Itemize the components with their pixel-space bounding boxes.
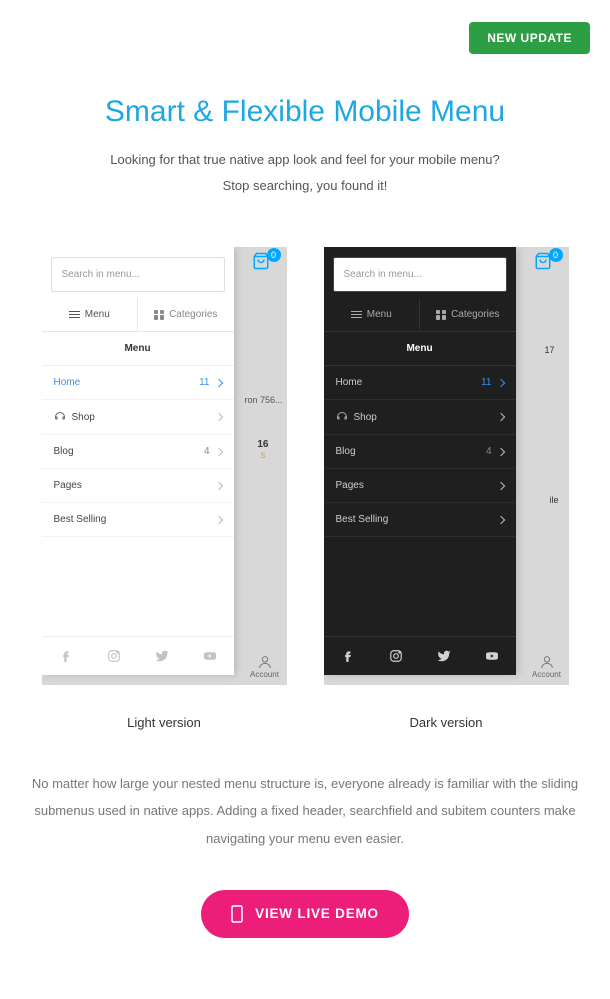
menu-item-home[interactable]: Home11 [42, 366, 234, 400]
menu-item-bestselling[interactable]: Best Selling [324, 503, 516, 537]
menu-header: Menu [42, 332, 234, 366]
hamburger-icon [69, 311, 80, 319]
chevron-right-icon [214, 413, 222, 421]
youtube-icon[interactable] [203, 649, 217, 663]
instagram-icon[interactable] [389, 649, 403, 663]
description-text: No matter how large your nested menu str… [30, 770, 580, 852]
chevron-right-icon [496, 413, 504, 421]
twitter-icon[interactable] [437, 649, 451, 663]
cart-button[interactable]: 0 [533, 252, 563, 270]
chevron-right-icon [496, 378, 504, 386]
headset-icon [336, 411, 348, 423]
preview-row: 0 ron 756... 16s Account Search in menu.… [30, 247, 580, 730]
search-input[interactable]: Search in menu... [51, 257, 225, 292]
tab-categories[interactable]: Categories [138, 298, 234, 331]
menu-item-bestselling[interactable]: Best Selling [42, 503, 234, 537]
menu-item-shop[interactable]: Shop [42, 400, 234, 435]
menu-item-pages[interactable]: Pages [324, 469, 516, 503]
grid-icon [154, 310, 164, 320]
view-demo-button[interactable]: VIEW LIVE DEMO [201, 890, 409, 938]
bg-product-text: ron 756... [244, 395, 282, 405]
headset-icon [54, 411, 66, 423]
grid-icon [436, 310, 446, 320]
account-button[interactable]: Account [525, 647, 569, 685]
light-label: Light version [127, 715, 201, 730]
social-row [42, 636, 234, 675]
sidebar-light: Search in menu... Menu Categories Menu H… [42, 247, 234, 675]
youtube-icon[interactable] [485, 649, 499, 663]
chevron-right-icon [496, 515, 504, 523]
menu-item-blog[interactable]: Blog4 [324, 435, 516, 469]
hamburger-icon [351, 311, 362, 319]
page-title: Smart & Flexible Mobile Menu [30, 95, 580, 129]
twitter-icon[interactable] [155, 649, 169, 663]
update-badge: NEW UPDATE [469, 22, 590, 54]
bg-text: 17 [544, 345, 554, 355]
chevron-right-icon [214, 515, 222, 523]
sidebar-dark: Search in menu... Menu Categories Menu H… [324, 247, 516, 675]
phone-icon [231, 905, 243, 923]
menu-item-pages[interactable]: Pages [42, 469, 234, 503]
menu-header: Menu [324, 332, 516, 366]
cart-count: 0 [549, 248, 563, 262]
dark-label: Dark version [410, 715, 483, 730]
account-icon [539, 654, 555, 670]
bg-text: ile [549, 495, 558, 505]
cart-button[interactable]: 0 [251, 252, 281, 270]
bg-product-count: 16s [257, 439, 268, 461]
instagram-icon[interactable] [107, 649, 121, 663]
light-preview: 0 ron 756... 16s Account Search in menu.… [42, 247, 287, 685]
chevron-right-icon [214, 378, 222, 386]
tab-categories[interactable]: Categories [420, 298, 516, 331]
account-icon [257, 654, 273, 670]
facebook-icon[interactable] [59, 649, 73, 663]
account-button[interactable]: Account [243, 647, 287, 685]
page-subtitle: Looking for that true native app look an… [30, 147, 580, 199]
tab-menu[interactable]: Menu [42, 298, 139, 331]
facebook-icon[interactable] [341, 649, 355, 663]
cart-count: 0 [267, 248, 281, 262]
tab-menu[interactable]: Menu [324, 298, 421, 331]
chevron-right-icon [214, 481, 222, 489]
menu-item-home[interactable]: Home11 [324, 366, 516, 400]
dark-preview: 0 17 ile Account Search in menu... Menu … [324, 247, 569, 685]
social-row [324, 636, 516, 675]
chevron-right-icon [496, 447, 504, 455]
chevron-right-icon [214, 447, 222, 455]
menu-item-blog[interactable]: Blog4 [42, 435, 234, 469]
search-input[interactable]: Search in menu... [333, 257, 507, 292]
chevron-right-icon [496, 481, 504, 489]
menu-item-shop[interactable]: Shop [324, 400, 516, 435]
